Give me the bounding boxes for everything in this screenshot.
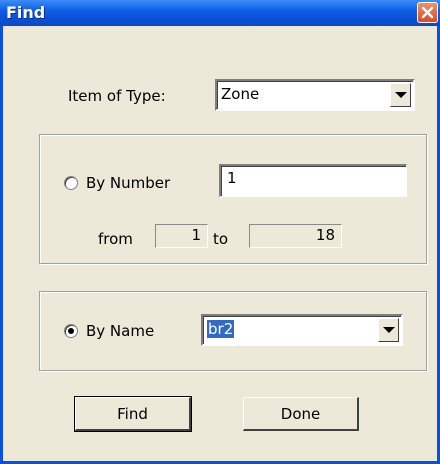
by-number-radio[interactable]: [64, 176, 78, 190]
item-type-value: Zone: [221, 85, 260, 103]
item-type-dropdown-button[interactable]: [390, 83, 411, 107]
name-dropdown-button[interactable]: [378, 318, 399, 342]
by-name-radio[interactable]: [64, 324, 78, 338]
close-button[interactable]: [417, 2, 438, 23]
window-title: Find: [6, 3, 46, 22]
chevron-down-icon: [382, 327, 395, 333]
to-label: to: [213, 230, 229, 248]
radio-selected-dot: [68, 328, 74, 334]
item-type-label: Item of Type:: [68, 87, 166, 105]
from-value: 1: [155, 224, 208, 248]
by-name-label: By Name: [86, 322, 155, 340]
by-number-label: By Number: [86, 174, 171, 192]
to-value: 18: [249, 224, 342, 248]
name-select-value: br2: [207, 320, 235, 338]
done-button[interactable]: Done: [243, 397, 359, 431]
find-dialog: Find Item of Type: Zone By Number 1 from…: [0, 0, 440, 464]
chevron-down-icon: [394, 92, 407, 98]
title-bar[interactable]: Find: [0, 0, 440, 26]
close-icon: [421, 6, 434, 19]
name-select[interactable]: br2: [201, 314, 403, 346]
find-button[interactable]: Find: [74, 396, 192, 432]
name-selected-text: br2: [207, 320, 235, 338]
number-input[interactable]: 1: [219, 164, 407, 197]
item-type-select[interactable]: Zone: [215, 79, 415, 111]
from-label: from: [98, 230, 133, 248]
